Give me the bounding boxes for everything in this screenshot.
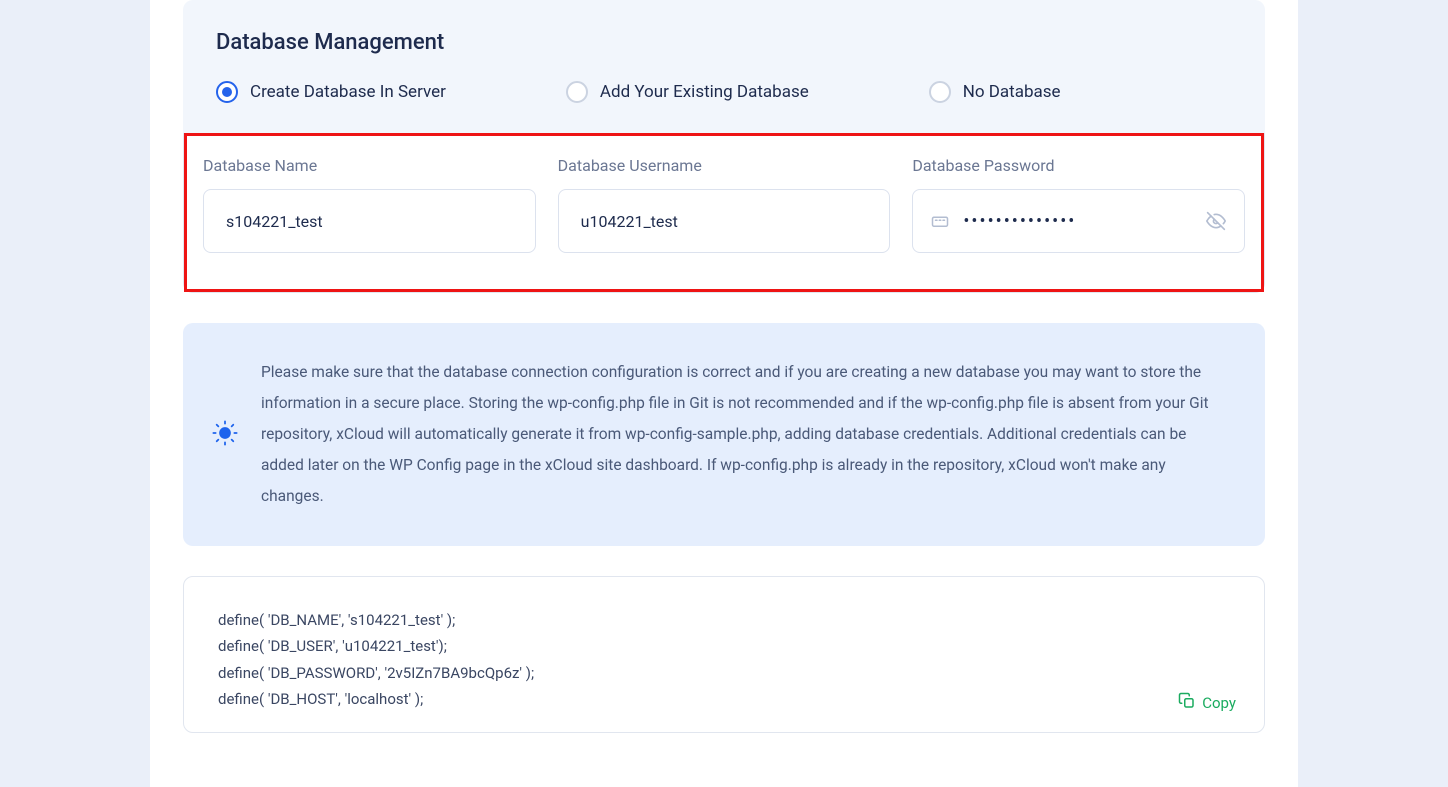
info-text: Please make sure that the database conne… (261, 357, 1229, 512)
field-db-username: Database Username (558, 156, 891, 253)
radio-no-database[interactable]: No Database (929, 81, 1061, 103)
db-password-input[interactable] (963, 211, 1192, 232)
radio-label: Add Your Existing Database (600, 82, 809, 102)
code-line: define( 'DB_USER', 'u104221_test'); (218, 633, 1230, 659)
radio-create-database[interactable]: Create Database In Server (216, 81, 446, 103)
code-snippet-box: define( 'DB_NAME', 's104221_test' ); def… (183, 576, 1265, 733)
field-label: Database Username (558, 156, 891, 175)
radio-label: Create Database In Server (250, 82, 446, 102)
db-username-input[interactable] (558, 189, 891, 253)
radio-existing-database[interactable]: Add Your Existing Database (566, 81, 809, 103)
eye-off-icon[interactable] (1206, 211, 1226, 231)
field-label: Database Password (912, 156, 1245, 175)
db-fields-highlighted: Database Name Database Username Database… (184, 133, 1264, 292)
lightbulb-icon (211, 419, 239, 451)
code-line: define( 'DB_HOST', 'localhost' ); (218, 686, 1230, 712)
db-management-card: Database Management Create Database In S… (183, 0, 1265, 293)
db-name-input[interactable] (203, 189, 536, 253)
code-line: define( 'DB_PASSWORD', '2v5IZn7BA9bcQp6z… (218, 660, 1230, 686)
copy-icon (1178, 692, 1196, 714)
info-callout: Please make sure that the database conne… (183, 323, 1265, 546)
radio-unselected-icon (929, 81, 951, 103)
generate-password-icon[interactable] (931, 212, 949, 230)
radio-label: No Database (963, 82, 1061, 102)
copy-label: Copy (1202, 694, 1236, 712)
code-line: define( 'DB_NAME', 's104221_test' ); (218, 607, 1230, 633)
page-container: Database Management Create Database In S… (150, 0, 1298, 787)
radio-group: Create Database In Server Add Your Exist… (216, 81, 1232, 103)
section-title: Database Management (216, 30, 1232, 55)
card-header: Database Management Create Database In S… (183, 0, 1265, 133)
field-db-name: Database Name (203, 156, 536, 253)
password-input-wrap (912, 189, 1245, 253)
field-db-password: Database Password (912, 156, 1245, 253)
copy-button[interactable]: Copy (1178, 692, 1236, 714)
radio-unselected-icon (566, 81, 588, 103)
radio-selected-icon (216, 81, 238, 103)
card-body-wrap: Database Name Database Username Database… (183, 133, 1265, 293)
field-label: Database Name (203, 156, 536, 175)
